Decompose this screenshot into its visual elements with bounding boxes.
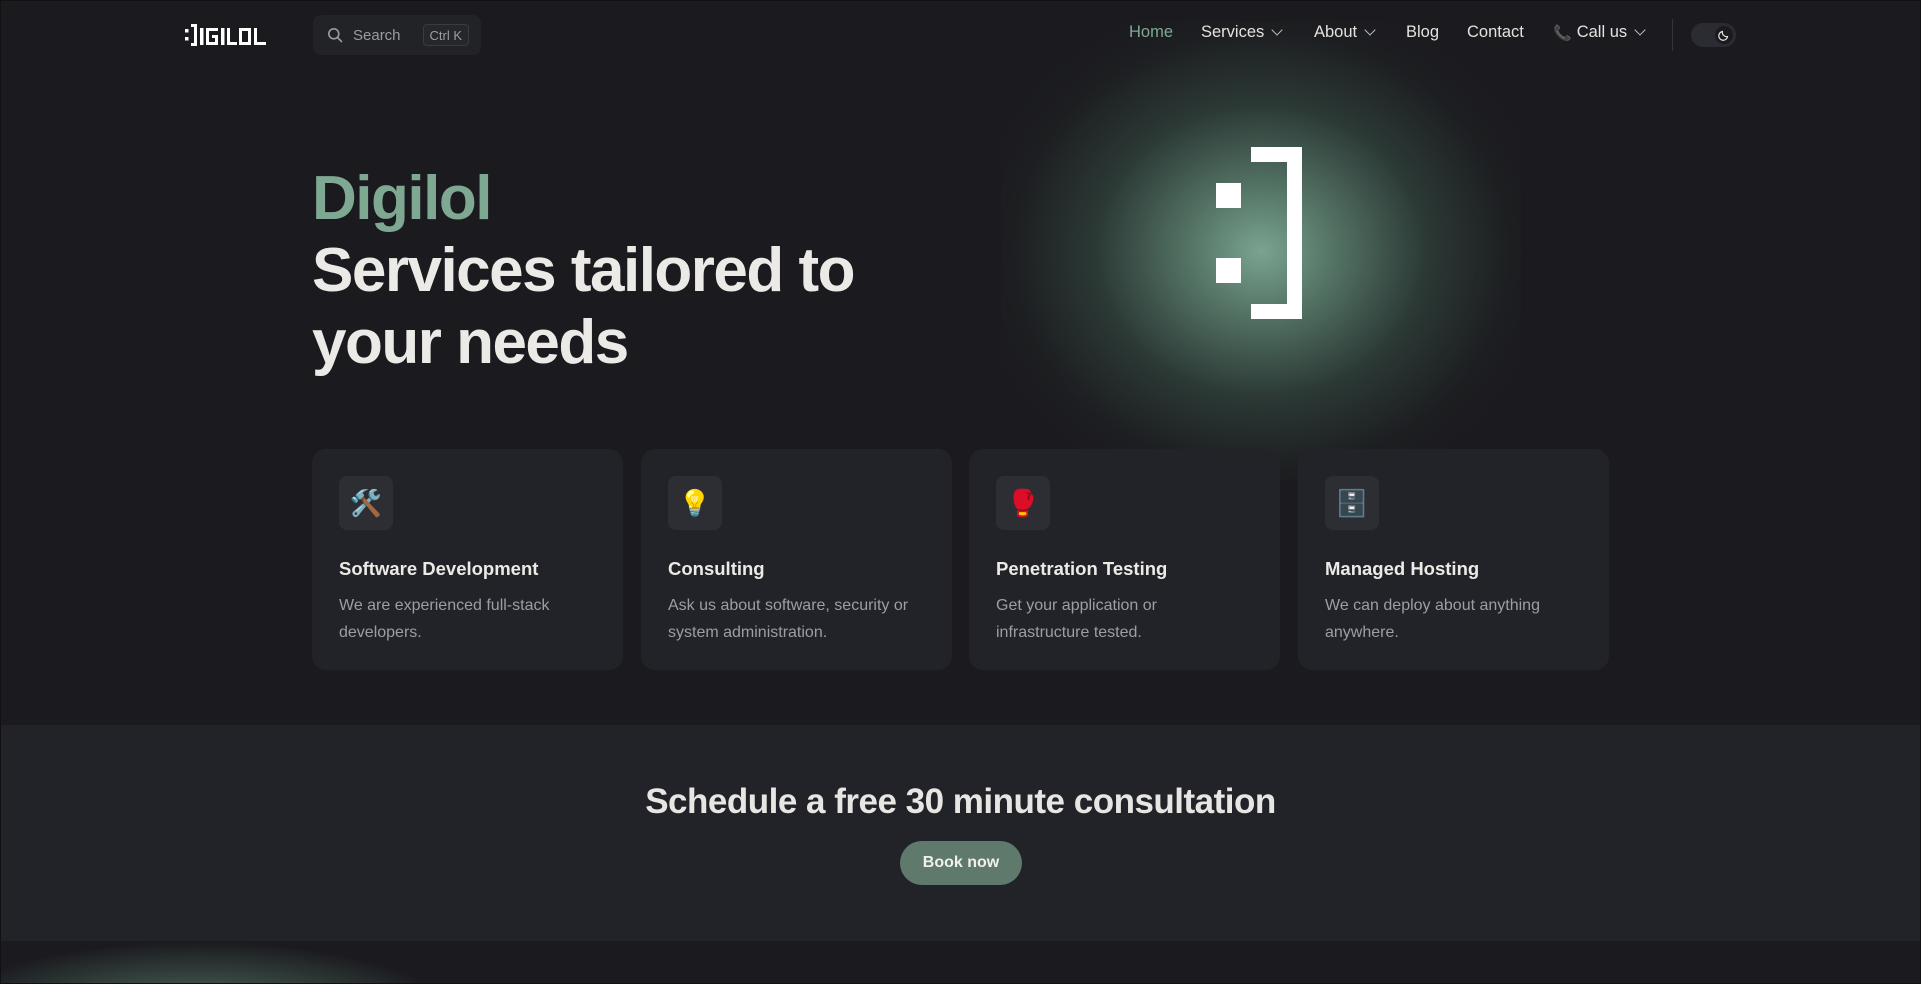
file-cabinet-icon: 🗄️ (1325, 476, 1379, 530)
service-title: Consulting (668, 558, 765, 579)
toggle-knob (1715, 26, 1733, 44)
service-card-consulting[interactable]: 💡 Consulting Ask us about software, secu… (641, 449, 952, 670)
nav-about-label: About (1314, 23, 1358, 41)
service-card-penetration-testing[interactable]: 🥊 Penetration Testing Get your applicati… (969, 449, 1280, 670)
chevron-down-icon (1634, 24, 1646, 36)
book-now-button[interactable]: Book now (900, 841, 1022, 885)
hero-title: Services tailored to your needs (312, 236, 856, 377)
smiley-bracket-icon (1216, 147, 1302, 319)
chevron-down-icon (1364, 24, 1376, 36)
service-title: Penetration Testing (996, 558, 1168, 579)
nav-home-label: Home (1129, 23, 1174, 41)
lightbulb-icon: 💡 (668, 476, 722, 530)
nav-about[interactable]: About (1314, 23, 1376, 42)
nav-contact-label: Contact (1467, 23, 1524, 41)
chevron-down-icon (1271, 24, 1283, 36)
page: Search Ctrl K Home Services About Blog C… (0, 0, 1921, 984)
service-card-software-development[interactable]: 🛠️ Software Development We are experienc… (312, 449, 623, 670)
phone-icon: 📞 (1553, 24, 1572, 42)
moon-icon (1718, 30, 1729, 41)
nav-home[interactable]: Home (1129, 23, 1173, 42)
service-description: Ask us about software, security or syste… (668, 597, 909, 641)
service-description: Get your application or infrastructure t… (996, 597, 1157, 641)
cta-section: Schedule a free 30 minute consultation B… (1, 725, 1920, 941)
service-description: We can deploy about anything anywhere. (1325, 597, 1540, 641)
nav-blog[interactable]: Blog (1406, 23, 1439, 42)
service-description: We are experienced full-stack developers… (339, 597, 550, 641)
service-title: Managed Hosting (1325, 558, 1480, 579)
navbar: Search Ctrl K Home Services About Blog C… (1, 1, 1920, 69)
tools-icon: 🛠️ (339, 476, 393, 530)
main-menu: Home Services About Blog Contact 📞 Call … (1, 23, 1920, 47)
cta-title: Schedule a free 30 minute consultation (645, 782, 1276, 821)
footer-glow (1, 941, 461, 983)
nav-blog-label: Blog (1406, 23, 1440, 41)
nav-contact[interactable]: Contact (1467, 23, 1524, 42)
nav-call-us-label: Call us (1576, 23, 1628, 41)
boxing-glove-icon: 🥊 (996, 476, 1050, 530)
nav-call-us[interactable]: 📞 Call us (1553, 23, 1646, 42)
nav-services[interactable]: Services (1201, 23, 1283, 42)
service-card-managed-hosting[interactable]: 🗄️ Managed Hosting We can deploy about a… (1298, 449, 1609, 670)
nav-services-label: Services (1201, 23, 1265, 41)
hero-brand: Digilol (312, 164, 492, 233)
nav-divider (1672, 19, 1673, 51)
theme-toggle[interactable] (1691, 23, 1736, 47)
service-title: Software Development (339, 558, 539, 579)
